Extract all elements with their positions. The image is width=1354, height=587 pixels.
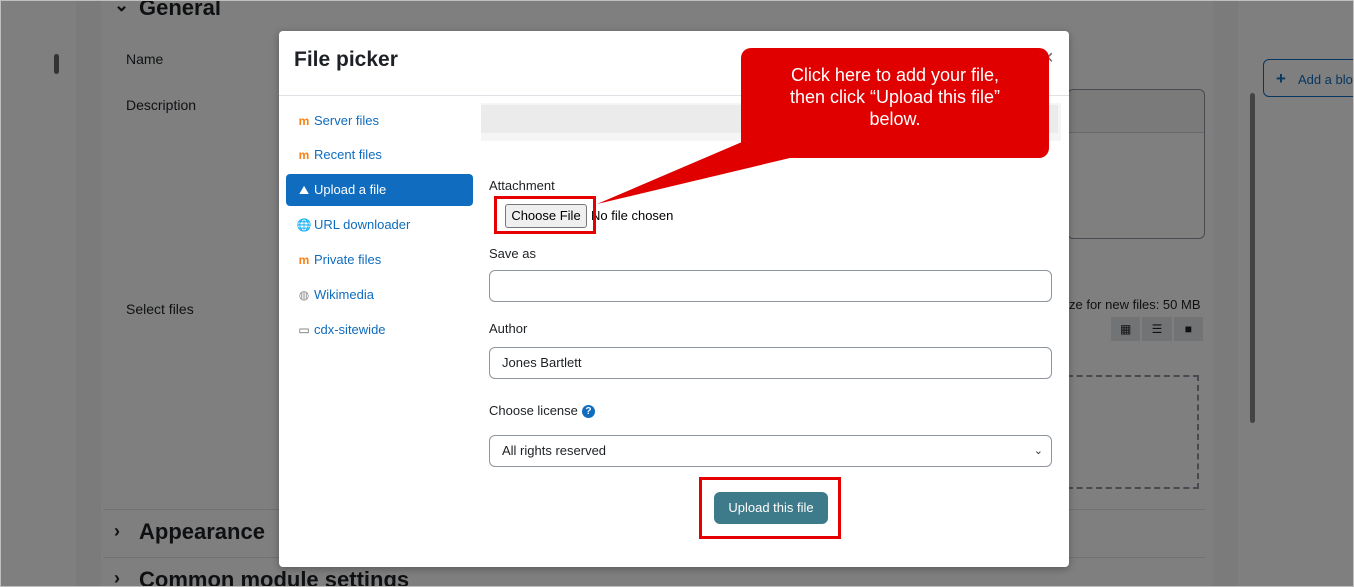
choose-file-highlight: [494, 196, 596, 234]
callout-line-2: then click “Upload this file”: [789, 87, 1001, 107]
callout-line-3: below.: [869, 109, 921, 129]
callout-line-1: Click here to add your file,: [790, 65, 1000, 85]
callout-pointer: [597, 121, 811, 204]
instruction-callout: Click here to add your file, then click …: [741, 48, 1049, 158]
screenshot-frame: ⌄ General Name Description Select files …: [0, 0, 1354, 587]
upload-button-highlight: [699, 477, 841, 539]
